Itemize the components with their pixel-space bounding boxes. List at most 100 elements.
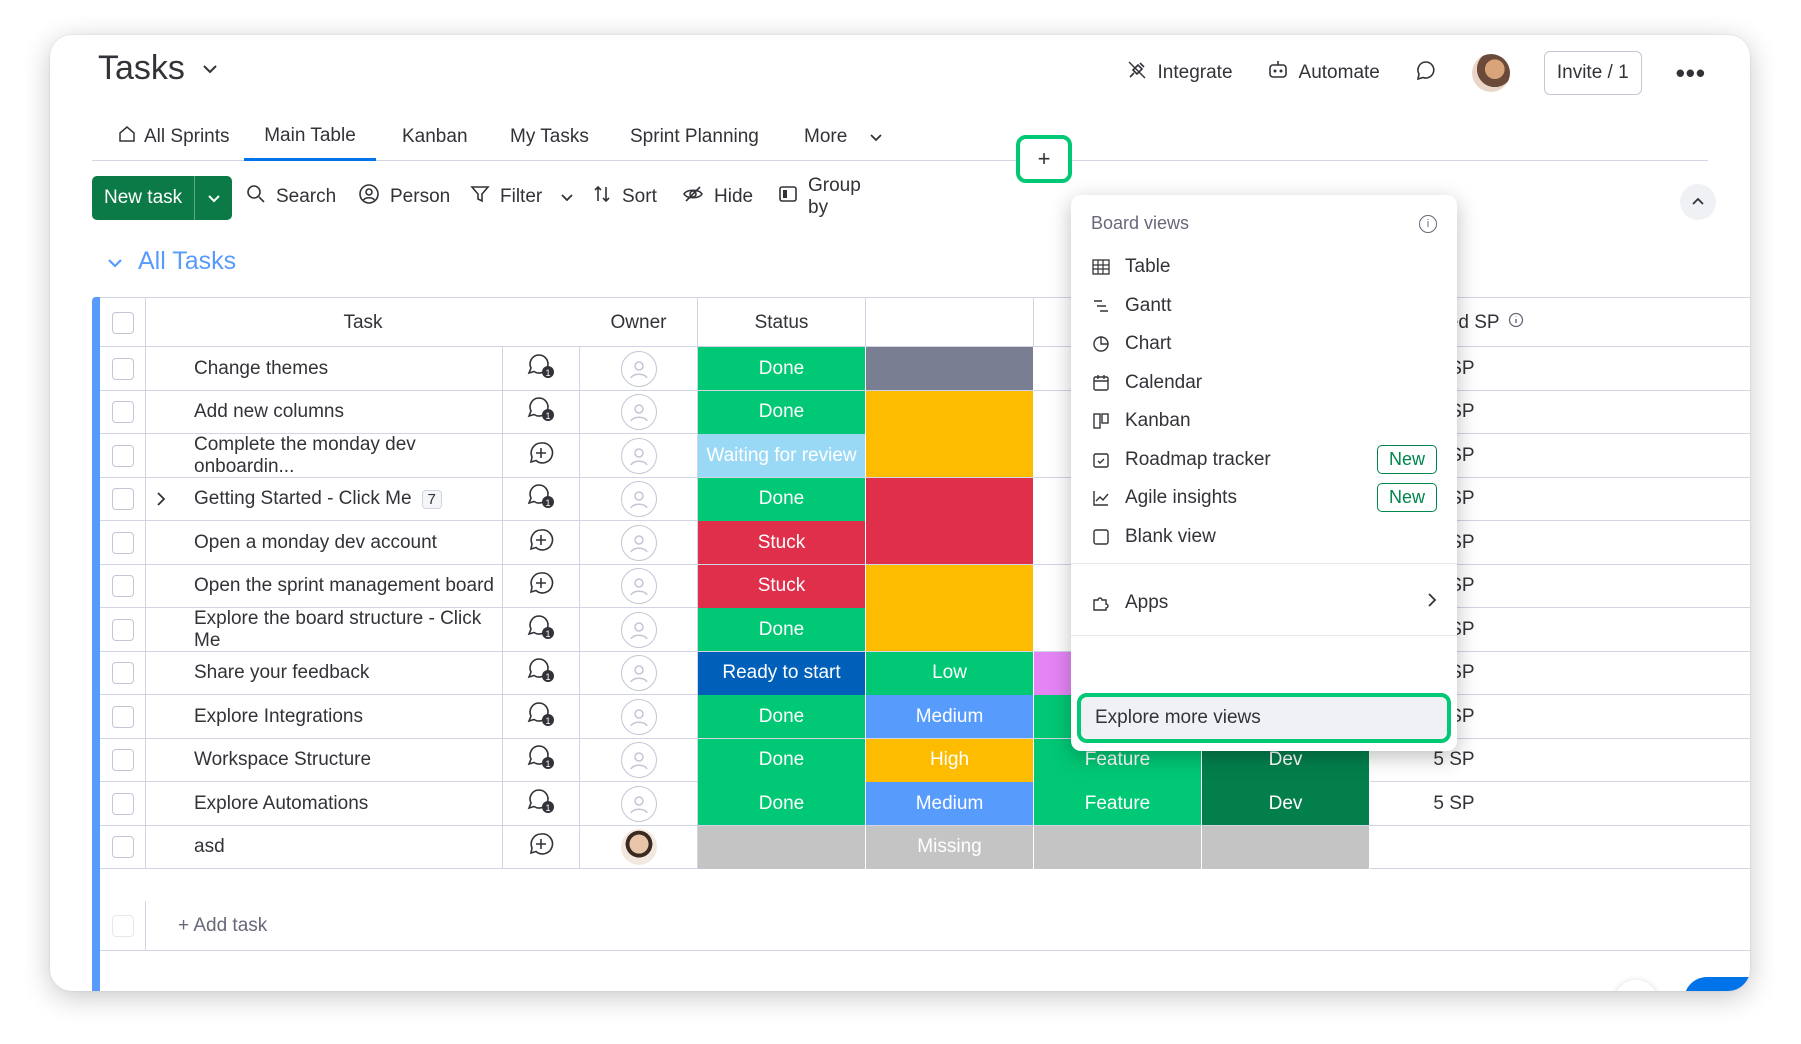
updates-bubble-icon[interactable]: 1 [526, 787, 556, 821]
type-cell[interactable]: Feature [1034, 782, 1202, 825]
owner-cell[interactable] [580, 434, 698, 477]
person-placeholder-icon[interactable] [620, 655, 657, 691]
status-cell[interactable]: Done [698, 608, 866, 651]
task-name[interactable]: Share your feedback [194, 662, 369, 684]
tab-my-tasks[interactable]: My Tasks [506, 113, 593, 161]
priority-column-header[interactable] [866, 298, 1034, 347]
menu-item-kanban[interactable]: Kanban [1091, 401, 1437, 441]
table-row[interactable]: Open a monday dev accountStuckDev2 SP [100, 521, 1750, 565]
updates-bubble-icon[interactable]: 1 [526, 482, 556, 516]
chevron-down-icon[interactable] [199, 58, 221, 80]
menu-item-table[interactable]: Table [1091, 247, 1437, 287]
menu-item-apps[interactable]: Apps [1091, 583, 1437, 623]
collapse-header-button[interactable] [1680, 184, 1716, 220]
status-cell[interactable]: Done [698, 695, 866, 738]
row-checkbox[interactable] [111, 401, 134, 423]
info-icon[interactable]: i [1419, 215, 1437, 233]
row-checkbox[interactable] [111, 575, 134, 597]
priority-cell[interactable] [866, 521, 1034, 564]
add-update-icon[interactable] [528, 831, 554, 863]
updates-cell[interactable]: 1 [502, 651, 580, 695]
status-cell[interactable]: Done [698, 347, 866, 390]
owner-cell[interactable] [580, 521, 698, 564]
task-name[interactable]: Explore Automations [194, 793, 368, 815]
priority-cell[interactable] [866, 477, 1034, 521]
updates-cell[interactable] [502, 564, 580, 608]
person-placeholder-icon[interactable] [620, 785, 657, 822]
info-icon[interactable] [1508, 312, 1524, 334]
filter-button[interactable]: Filter [470, 175, 574, 219]
explore-more-views-button[interactable]: Explore more views [1077, 693, 1451, 743]
row-checkbox[interactable] [111, 792, 134, 815]
expand-subitems-icon[interactable] [156, 478, 166, 521]
new-task-button[interactable]: New task [92, 176, 233, 220]
task-name[interactable]: Open a monday dev account [194, 532, 437, 554]
row-checkbox[interactable] [111, 444, 134, 467]
status-cell[interactable]: Stuck [698, 564, 866, 608]
status-cell[interactable]: Done [698, 738, 866, 782]
owner-cell[interactable] [580, 347, 698, 390]
search-button[interactable]: Search [246, 175, 336, 219]
status-cell[interactable]: Done [698, 477, 866, 521]
owner-cell[interactable] [580, 608, 698, 651]
task-name[interactable]: Workspace Structure [194, 749, 371, 771]
row-checkbox[interactable] [111, 531, 134, 554]
table-row[interactable]: Change themes1DoneDev1 SP [100, 347, 1750, 391]
menu-item-gantt[interactable]: Gantt [1091, 286, 1437, 326]
estimated-sp-cell[interactable]: 5 SP [1370, 782, 1538, 825]
chevron-down-icon[interactable] [106, 247, 124, 276]
status-cell[interactable]: Waiting for review [698, 434, 866, 477]
person-filter-button[interactable]: Person [358, 175, 450, 219]
person-placeholder-icon[interactable] [620, 437, 657, 474]
task-name-cell[interactable]: Add new columns [180, 391, 502, 434]
menu-item-calendar[interactable]: Calendar [1091, 363, 1437, 403]
table-row[interactable]: Add new columns1DoneDev1 SP [100, 390, 1750, 434]
chevron-down-icon[interactable] [194, 176, 232, 220]
type-cell[interactable] [1034, 825, 1202, 869]
estimated-sp-cell[interactable] [1370, 826, 1538, 869]
row-checkbox[interactable] [111, 836, 134, 858]
avatar[interactable] [620, 829, 657, 865]
chevron-down-icon[interactable] [560, 186, 574, 208]
task-name-cell[interactable]: Workspace Structure [180, 739, 502, 782]
select-all-checkbox[interactable] [111, 311, 134, 334]
table-row[interactable]: Open the sprint management boardStuckDev… [100, 564, 1750, 608]
task-column-header[interactable]: Task [146, 298, 580, 347]
owner-cell[interactable] [580, 695, 698, 738]
role-cell[interactable]: Dev [1202, 782, 1370, 825]
more-options-icon[interactable]: ••• [1676, 60, 1706, 86]
person-placeholder-icon[interactable] [620, 742, 657, 778]
tab-more[interactable]: More [800, 113, 887, 161]
menu-item-chart[interactable]: Chart [1091, 324, 1437, 364]
task-name-cell[interactable]: Change themes [180, 347, 502, 390]
task-name-cell[interactable]: Explore Automations [180, 782, 502, 825]
owner-cell[interactable] [580, 390, 698, 434]
updates-cell[interactable]: 1 [502, 608, 580, 651]
person-placeholder-icon[interactable] [620, 481, 657, 517]
menu-item-blank-view[interactable]: Blank view [1091, 517, 1437, 557]
priority-cell[interactable] [866, 608, 1034, 651]
task-name[interactable]: Add new columns [194, 401, 344, 423]
status-cell[interactable]: Stuck [698, 521, 866, 564]
person-placeholder-icon[interactable] [620, 350, 657, 387]
integrate-button[interactable]: Integrate [1126, 59, 1233, 87]
task-name-cell[interactable]: Explore the board structure - Click Me [180, 608, 502, 651]
row-checkbox[interactable] [111, 705, 134, 728]
owner-cell[interactable] [580, 825, 698, 869]
task-name[interactable]: Open the sprint management board [194, 575, 494, 597]
table-row[interactable]: asd Missing [100, 825, 1750, 869]
updates-cell[interactable]: 1 [502, 738, 580, 782]
task-name-cell[interactable]: Explore Integrations [180, 695, 502, 738]
updates-cell[interactable]: 1 [502, 782, 580, 825]
task-name-cell[interactable]: Getting Started - Click Me 7 [180, 478, 502, 521]
person-placeholder-icon[interactable] [620, 611, 657, 648]
updates-icon[interactable] [1414, 59, 1438, 88]
subitems-count[interactable]: 7 [421, 489, 442, 509]
task-name-cell[interactable]: Open a monday dev account [180, 521, 502, 564]
task-name[interactable]: Complete the monday dev onboardin... [194, 434, 502, 478]
updates-cell[interactable] [502, 521, 580, 564]
task-name[interactable]: Getting Started - Click Me [194, 488, 412, 510]
sort-button[interactable]: Sort [592, 175, 657, 219]
updates-cell[interactable]: 1 [502, 477, 580, 521]
status-cell[interactable]: Ready to start [698, 651, 866, 695]
